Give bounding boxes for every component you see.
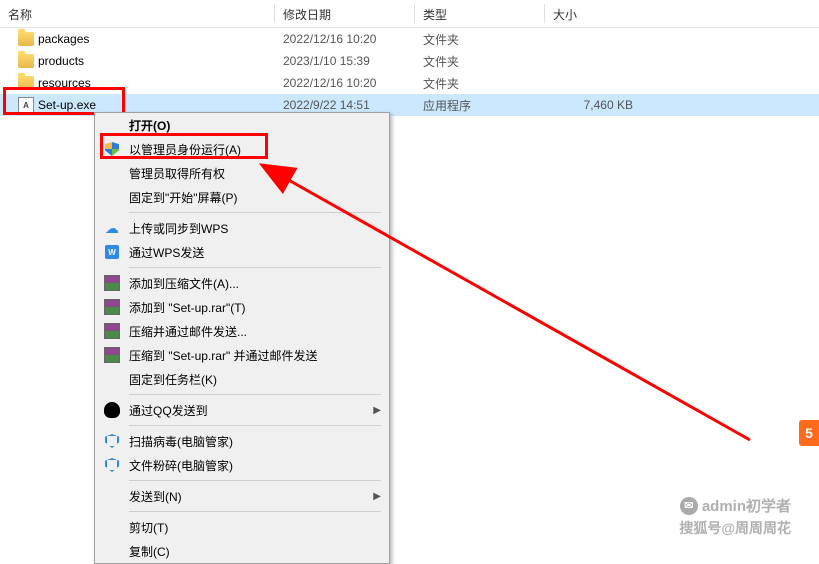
menu-send-to[interactable]: 发送到(N)▶ bbox=[95, 484, 389, 508]
file-date: 2022/12/16 10:20 bbox=[275, 76, 415, 90]
side-badge[interactable]: 5 bbox=[799, 420, 819, 446]
menu-separator bbox=[129, 511, 381, 512]
menu-pin-taskbar[interactable]: 固定到任务栏(K) bbox=[95, 367, 389, 391]
menu-compress-setup-email[interactable]: 压缩到 "Set-up.rar" 并通过邮件发送 bbox=[95, 343, 389, 367]
folder-icon bbox=[18, 76, 34, 90]
menu-run-as-admin[interactable]: 以管理员身份运行(A) bbox=[95, 137, 389, 161]
menu-add-archive[interactable]: 添加到压缩文件(A)... bbox=[95, 271, 389, 295]
file-row[interactable]: products 2023/1/10 15:39文件夹 bbox=[0, 50, 819, 72]
menu-add-setup-rar[interactable]: 添加到 "Set-up.rar"(T) bbox=[95, 295, 389, 319]
file-type: 文件夹 bbox=[415, 75, 545, 92]
folder-icon bbox=[18, 54, 34, 68]
shield-guard-icon bbox=[103, 456, 121, 474]
file-row[interactable]: resources 2022/12/16 10:20文件夹 bbox=[0, 72, 819, 94]
menu-separator bbox=[129, 212, 381, 213]
menu-take-ownership[interactable]: 管理员取得所有权 bbox=[95, 161, 389, 185]
chevron-right-icon: ▶ bbox=[373, 405, 381, 416]
file-date: 2022/9/22 14:51 bbox=[275, 98, 415, 112]
cloud-upload-icon: ☁ bbox=[103, 219, 121, 237]
column-size[interactable]: 大小 bbox=[545, 0, 645, 27]
file-type: 应用程序 bbox=[415, 97, 545, 114]
shield-guard-icon bbox=[103, 432, 121, 450]
menu-separator bbox=[129, 267, 381, 268]
folder-icon bbox=[18, 32, 34, 46]
watermark-label: admin初学者 bbox=[702, 495, 791, 516]
file-row[interactable]: packages 2022/12/16 10:20文件夹 bbox=[0, 28, 819, 50]
qq-icon bbox=[103, 401, 121, 419]
menu-open[interactable]: 打开(O) bbox=[95, 113, 389, 137]
menu-copy[interactable]: 复制(C) bbox=[95, 539, 389, 563]
menu-virus-scan[interactable]: 扫描病毒(电脑管家) bbox=[95, 429, 389, 453]
menu-qq-send[interactable]: 通过QQ发送到▶ bbox=[95, 398, 389, 422]
file-type: 文件夹 bbox=[415, 53, 545, 70]
watermark: ✉admin初学者 搜狐号@周周周花 bbox=[679, 495, 791, 538]
file-name: resources bbox=[38, 76, 91, 90]
rar-icon bbox=[103, 322, 121, 340]
column-date[interactable]: 修改日期 bbox=[275, 0, 415, 27]
file-list: packages2022/12/16 10:20文件夹products2023/… bbox=[0, 28, 819, 116]
file-date: 2023/1/10 15:39 bbox=[275, 54, 415, 68]
menu-file-shred[interactable]: 文件粉碎(电脑管家) bbox=[95, 453, 389, 477]
chevron-right-icon: ▶ bbox=[373, 491, 381, 502]
column-name[interactable]: 名称 bbox=[0, 0, 275, 27]
menu-upload-wps[interactable]: ☁上传或同步到WPS bbox=[95, 216, 389, 240]
file-type: 文件夹 bbox=[415, 31, 545, 48]
menu-compress-email[interactable]: 压缩并通过邮件发送... bbox=[95, 319, 389, 343]
rar-icon bbox=[103, 298, 121, 316]
watermark-source: 搜狐号@周周周花 bbox=[679, 518, 791, 538]
file-date: 2022/12/16 10:20 bbox=[275, 32, 415, 46]
menu-separator bbox=[129, 480, 381, 481]
column-header-row: 名称 修改日期 类型 大小 bbox=[0, 0, 819, 28]
menu-separator bbox=[129, 394, 381, 395]
wechat-icon: ✉ bbox=[680, 497, 698, 515]
menu-send-wps[interactable]: W通过WPS发送 bbox=[95, 240, 389, 264]
menu-separator bbox=[129, 425, 381, 426]
menu-pin-start[interactable]: 固定到"开始"屏幕(P) bbox=[95, 185, 389, 209]
column-type[interactable]: 类型 bbox=[415, 0, 545, 27]
file-name: products bbox=[38, 54, 84, 68]
file-name: Set-up.exe bbox=[38, 98, 96, 112]
menu-cut[interactable]: 剪切(T) bbox=[95, 515, 389, 539]
exe-icon: A bbox=[18, 97, 34, 113]
file-size: 7,460 KB bbox=[545, 98, 645, 112]
context-menu: 打开(O) 以管理员身份运行(A) 管理员取得所有权 固定到"开始"屏幕(P) … bbox=[94, 112, 390, 564]
rar-icon bbox=[103, 274, 121, 292]
rar-icon bbox=[103, 346, 121, 364]
wps-icon: W bbox=[103, 243, 121, 261]
shield-icon bbox=[103, 140, 121, 158]
file-name: packages bbox=[38, 32, 89, 46]
